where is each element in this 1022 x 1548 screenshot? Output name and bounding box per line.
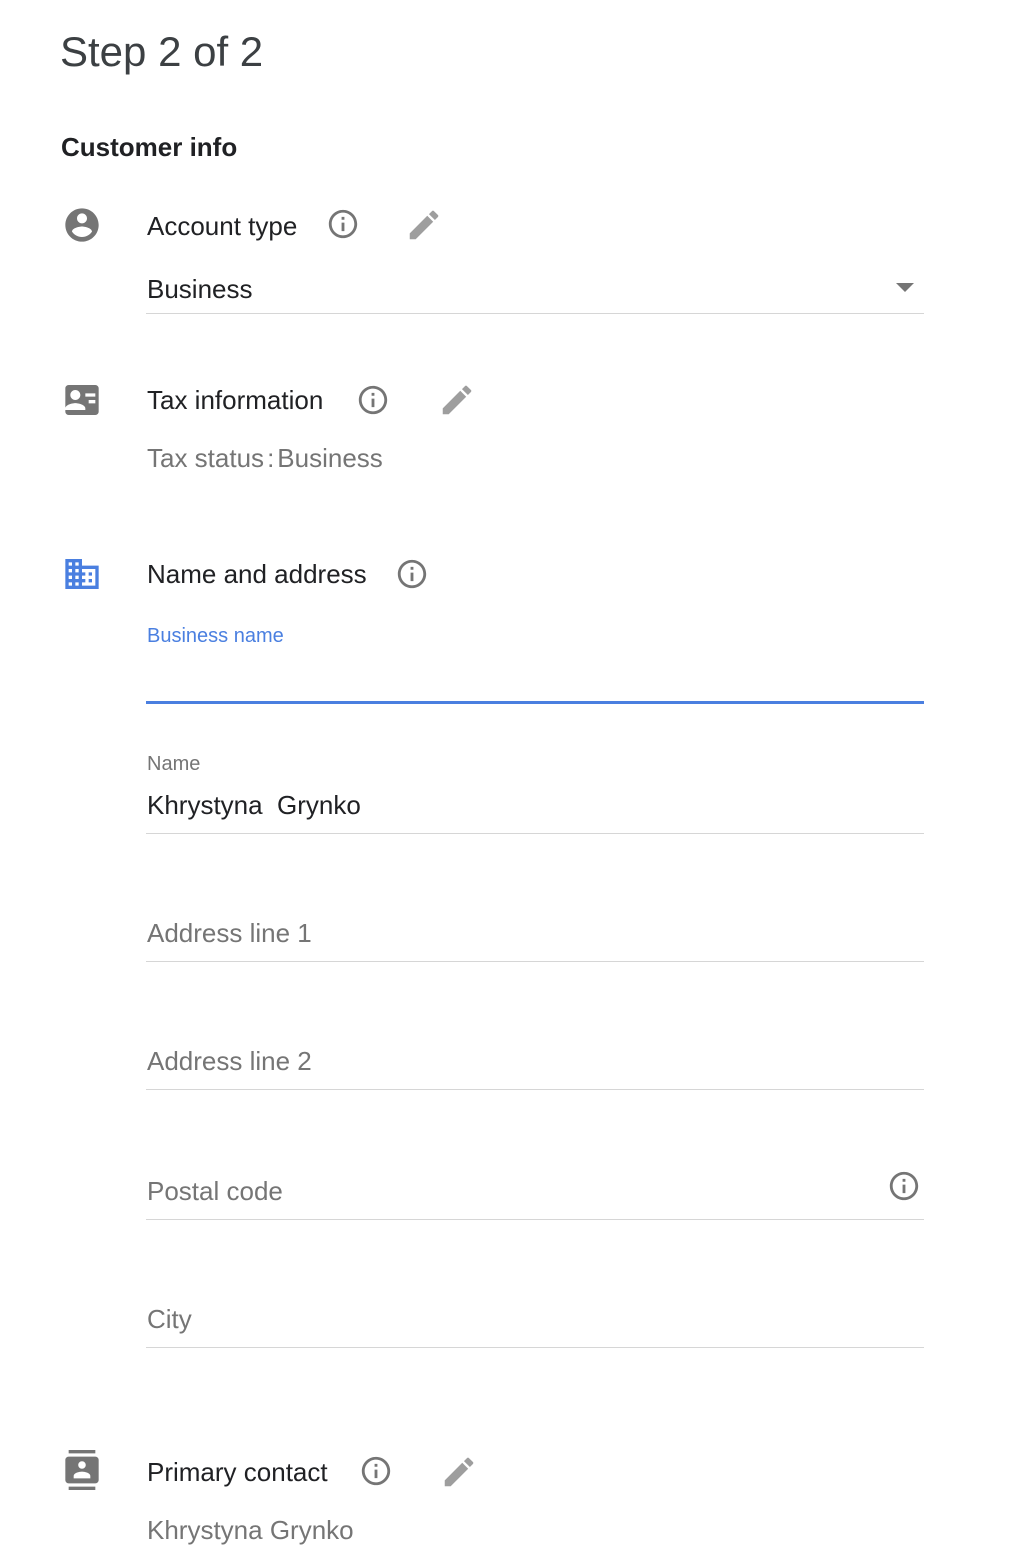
postal-code-input[interactable] (147, 1174, 847, 1208)
tax-information-info-icon[interactable] (353, 380, 393, 420)
contact-card-icon (60, 378, 104, 422)
name-input[interactable] (147, 788, 847, 822)
primary-contact-title: Primary contact (147, 1457, 328, 1487)
primary-contact-edit-icon[interactable] (439, 1452, 479, 1492)
business-building-icon (60, 552, 104, 596)
section-title: Customer info (61, 132, 238, 162)
account-type-select[interactable]: Business (146, 266, 924, 314)
account-circle-icon (60, 203, 104, 247)
primary-contact-info-icon[interactable] (356, 1451, 396, 1491)
chevron-down-icon (896, 283, 914, 292)
business-name-input[interactable] (147, 658, 847, 692)
address-line-2-input[interactable] (147, 1044, 847, 1078)
field-underline (146, 961, 924, 962)
field-underline (146, 1347, 924, 1348)
address-line-2-field[interactable] (146, 1028, 924, 1090)
business-name-field[interactable] (146, 650, 924, 704)
tax-status-value: Business (277, 443, 383, 473)
name-and-address-title: Name and address (147, 559, 367, 589)
field-underline (146, 833, 924, 834)
tax-information-title: Tax information (147, 385, 324, 415)
address-line-1-field[interactable] (146, 900, 924, 962)
account-type-info-icon[interactable] (323, 204, 363, 244)
tax-status-separator: : (267, 443, 275, 473)
tax-status: Tax status: Business (147, 441, 383, 475)
postal-code-info-icon[interactable] (884, 1166, 924, 1206)
business-name-label: Business name (147, 625, 284, 647)
name-label: Name (147, 753, 201, 775)
postal-code-field[interactable] (146, 1156, 924, 1220)
name-field[interactable] (146, 780, 924, 834)
city-input[interactable] (147, 1302, 847, 1336)
primary-contact-name: Khrystyna Grynko (147, 1515, 354, 1545)
step-indicator: Step 2 of 2 (60, 28, 264, 75)
account-type-edit-icon[interactable] (404, 205, 444, 245)
field-underline (146, 1089, 924, 1090)
account-type-selected-value: Business (147, 274, 253, 304)
tax-information-edit-icon[interactable] (437, 380, 477, 420)
field-underline-focused (146, 701, 924, 704)
tax-status-label: Tax status (147, 443, 265, 473)
field-underline (146, 1219, 924, 1220)
contacts-icon (60, 1448, 104, 1492)
city-field[interactable] (146, 1286, 924, 1348)
account-type-title: Account type (147, 211, 298, 241)
address-line-1-input[interactable] (147, 916, 847, 950)
field-underline (146, 313, 924, 314)
name-and-address-info-icon[interactable] (392, 554, 432, 594)
